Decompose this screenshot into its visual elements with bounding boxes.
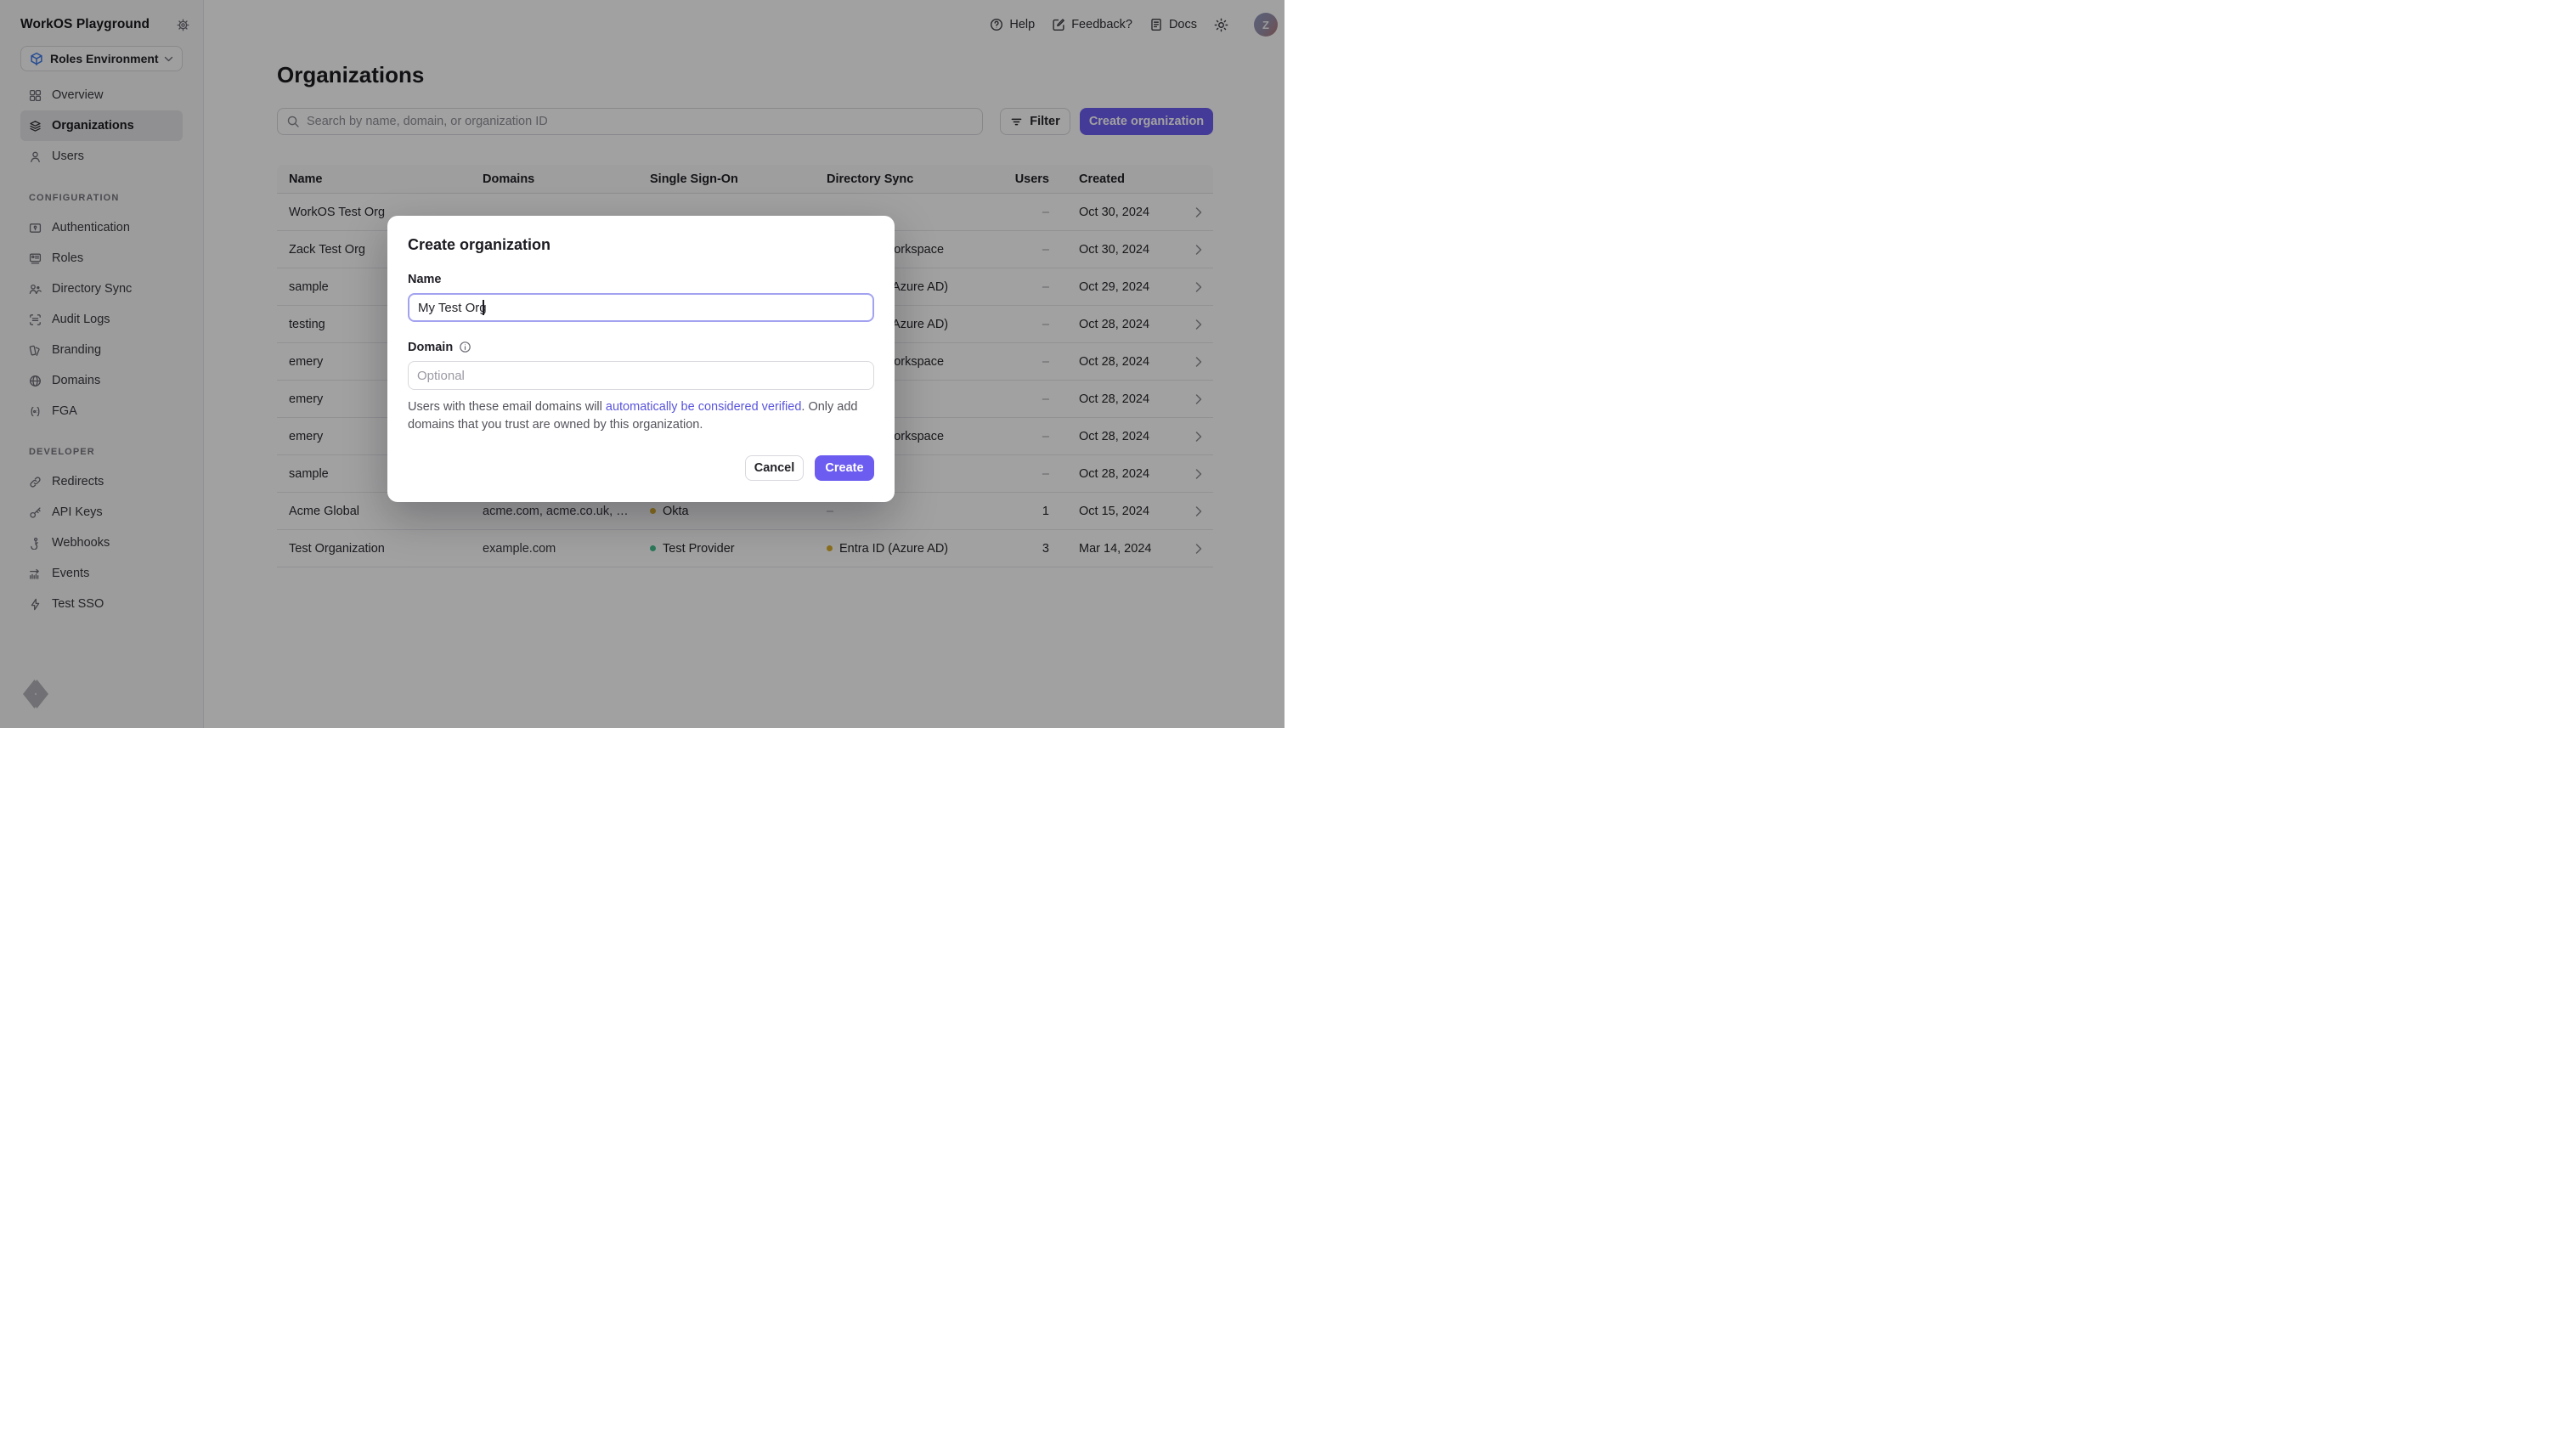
domain-input[interactable] xyxy=(408,361,874,390)
modal-title: Create organization xyxy=(408,236,874,254)
domain-helper-text: Users with these email domains will auto… xyxy=(408,398,874,434)
name-label-text: Name xyxy=(408,273,442,286)
verified-link[interactable]: automatically be considered verified xyxy=(606,400,802,414)
helper-prefix: Users with these email domains will xyxy=(408,400,606,414)
text-cursor xyxy=(483,300,484,315)
cancel-button[interactable]: Cancel xyxy=(745,455,804,481)
create-organization-modal: Create organization Name Domain Users wi… xyxy=(387,216,895,502)
organization-name-input[interactable] xyxy=(408,293,874,322)
info-icon[interactable] xyxy=(459,341,471,353)
name-label: Name xyxy=(408,272,874,286)
create-button[interactable]: Create xyxy=(815,455,874,481)
domain-label: Domain xyxy=(408,340,874,354)
domain-label-text: Domain xyxy=(408,341,453,354)
